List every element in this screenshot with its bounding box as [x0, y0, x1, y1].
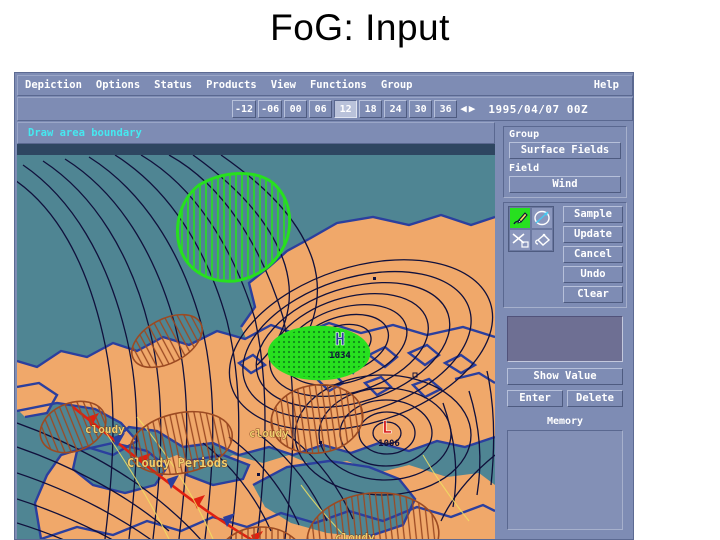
previous-arrow-icon[interactable]: ◀ — [460, 100, 467, 118]
delete-button[interactable]: Delete — [567, 390, 623, 407]
enter-button[interactable]: Enter — [507, 390, 563, 407]
undo-button[interactable]: Undo — [563, 266, 623, 283]
lasso-icon — [534, 210, 550, 226]
menu-status[interactable]: Status — [147, 76, 199, 95]
timestep-button-00[interactable]: 00 — [284, 100, 308, 118]
timestep-button-minus12[interactable]: -12 — [232, 100, 257, 118]
group-selector-button[interactable]: Surface Fields — [509, 142, 621, 159]
status-message: Draw area boundary — [28, 127, 142, 139]
weather-label-cloudy-2: cloudy — [249, 427, 289, 440]
timestep-button-minus06[interactable]: -06 — [258, 100, 283, 118]
svg-text:1034: 1034 — [329, 351, 351, 361]
status-divider — [17, 144, 495, 155]
group-label: Group — [509, 129, 540, 140]
timestep-button-24[interactable]: 24 — [384, 100, 408, 118]
next-arrow-icon[interactable]: ▶ — [469, 100, 476, 118]
svg-text:L: L — [382, 418, 392, 438]
control-panel: Group Surface Fields Field Wind Sample U… — [497, 122, 633, 539]
weather-label-cloudy-1: cloudy — [85, 423, 125, 436]
menu-view[interactable]: View — [264, 76, 303, 95]
status-bar: Draw area boundary — [17, 122, 495, 144]
field-selector-button[interactable]: Wind — [509, 176, 621, 193]
sample-button[interactable]: Sample — [563, 206, 623, 223]
fog-input-window: Depiction Options Status Products View F… — [14, 72, 634, 540]
clear-button[interactable]: Clear — [563, 286, 623, 303]
move-node-tool[interactable] — [509, 229, 531, 251]
menu-products[interactable]: Products — [199, 76, 264, 95]
draw-pencil-tool[interactable] — [509, 207, 531, 229]
timestep-button-18[interactable]: 18 — [359, 100, 383, 118]
page-title: FoG: Input — [270, 7, 450, 48]
weather-label-cloudy-3: cloudy — [335, 531, 375, 539]
menu-group[interactable]: Group — [374, 76, 420, 95]
show-value-button[interactable]: Show Value — [507, 368, 623, 385]
selected-fill-area[interactable] — [267, 325, 371, 381]
menu-functions[interactable]: Functions — [303, 76, 374, 95]
move-node-icon — [512, 233, 529, 248]
drawing-toolbox — [508, 206, 554, 252]
update-button[interactable]: Update — [563, 226, 623, 243]
timestep-button-36[interactable]: 36 — [434, 100, 458, 118]
fill-paint-tool[interactable] — [531, 229, 553, 251]
timestep-button-06[interactable]: 06 — [309, 100, 333, 118]
svg-text:H: H — [335, 330, 345, 350]
menu-bar: Depiction Options Status Products View F… — [17, 75, 633, 96]
cancel-button[interactable]: Cancel — [563, 246, 623, 263]
weather-map[interactable]: H 1034 L 1006 H 1022 L — [17, 155, 495, 539]
value-display-box — [507, 316, 623, 362]
memory-list[interactable] — [507, 430, 623, 530]
pencil-icon — [513, 212, 528, 225]
lasso-select-tool[interactable] — [531, 207, 553, 229]
timestep-button-30[interactable]: 30 — [409, 100, 433, 118]
weather-label-cloudy-periods: Cloudy Periods — [127, 456, 228, 470]
map-canvas[interactable]: H 1034 L 1006 H 1022 L — [17, 155, 495, 539]
menu-depiction[interactable]: Depiction — [18, 76, 89, 95]
svg-text:1006: 1006 — [378, 439, 400, 449]
timestep-button-group: -12 -06 00 06 12 18 24 30 36 ◀ ▶ 1995/04… — [232, 100, 588, 118]
field-label: Field — [509, 163, 540, 174]
time-toolbar: -12 -06 00 06 12 18 24 30 36 ◀ ▶ 1995/04… — [17, 97, 633, 121]
menu-options[interactable]: Options — [89, 76, 147, 95]
menu-help[interactable]: Help — [587, 76, 626, 95]
memory-label: Memory — [546, 416, 584, 427]
paint-fill-icon — [535, 233, 551, 246]
valid-datetime-label: 1995/04/07 00Z — [488, 102, 589, 116]
timestep-button-12[interactable]: 12 — [334, 100, 358, 118]
